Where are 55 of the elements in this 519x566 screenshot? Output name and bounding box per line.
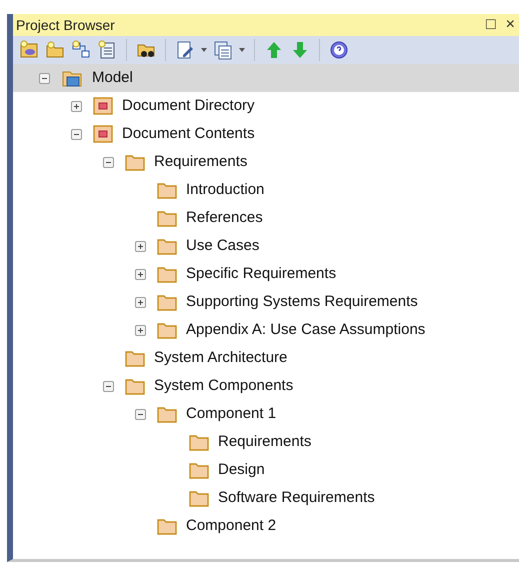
dropdown-arrow-icon[interactable] — [239, 48, 245, 52]
tree-item[interactable]: Requirements — [218, 430, 312, 454]
folder-icon — [125, 377, 145, 395]
window-title: Project Browser — [16, 16, 116, 35]
tree-item[interactable]: Component 2 — [186, 514, 276, 538]
tree-item[interactable]: Appendix A: Use Case Assumptions — [186, 318, 426, 342]
maximize-button[interactable]: □ — [486, 17, 496, 33]
folder-icon — [125, 349, 145, 367]
expand-icon[interactable] — [135, 240, 146, 252]
folder-icon — [157, 209, 177, 227]
tree-item[interactable]: Introduction — [186, 178, 264, 202]
tree-item[interactable]: Use Cases — [186, 234, 260, 258]
folder-icon — [189, 489, 209, 507]
tree-item[interactable]: Design — [218, 458, 265, 482]
expand-icon[interactable] — [135, 268, 146, 280]
tree-item[interactable]: Specific Requirements — [186, 262, 336, 286]
folder-icon — [157, 265, 177, 283]
dropdown-arrow-icon[interactable] — [201, 48, 207, 52]
folder-icon — [157, 237, 177, 255]
document-icon — [93, 125, 113, 143]
documents-icon[interactable] — [213, 40, 233, 60]
tree-item[interactable]: Software Requirements — [218, 486, 375, 510]
new-model-icon[interactable] — [19, 40, 39, 60]
collapse-icon[interactable] — [103, 156, 114, 168]
folder-icon — [157, 181, 177, 199]
new-diagram-icon[interactable] — [71, 40, 91, 60]
help-icon[interactable] — [329, 40, 349, 60]
document-icon — [93, 97, 113, 115]
folder-icon — [157, 405, 177, 423]
tree-item[interactable]: Component 1 — [186, 402, 276, 426]
new-element-icon[interactable] — [97, 40, 117, 60]
tree-item[interactable]: Document Contents — [122, 122, 255, 146]
tree-item[interactable]: Model — [92, 66, 133, 90]
expand-icon[interactable] — [71, 100, 82, 112]
collapse-icon[interactable] — [39, 72, 50, 84]
collapse-icon[interactable] — [135, 408, 146, 420]
expand-icon[interactable] — [135, 324, 146, 336]
collapse-icon[interactable] — [71, 128, 82, 140]
folder-icon — [189, 433, 209, 451]
tree-item[interactable]: System Architecture — [154, 346, 288, 370]
collapse-icon[interactable] — [103, 380, 114, 392]
tree-item[interactable]: Document Directory — [122, 94, 255, 118]
tree-item[interactable]: Requirements — [154, 150, 248, 174]
folder-icon — [125, 153, 145, 171]
tree-item[interactable]: System Components — [154, 374, 294, 398]
tree-item[interactable]: References — [186, 206, 263, 230]
folder-icon — [157, 517, 177, 535]
folder-icon — [189, 461, 209, 479]
new-folder-icon[interactable] — [45, 40, 65, 60]
folder-icon — [157, 293, 177, 311]
close-button[interactable]: × — [506, 17, 515, 33]
edit-document-icon[interactable] — [175, 40, 195, 60]
expand-icon[interactable] — [135, 296, 146, 308]
tree-item[interactable]: Supporting Systems Requirements — [186, 290, 418, 314]
folder-icon — [157, 321, 177, 339]
